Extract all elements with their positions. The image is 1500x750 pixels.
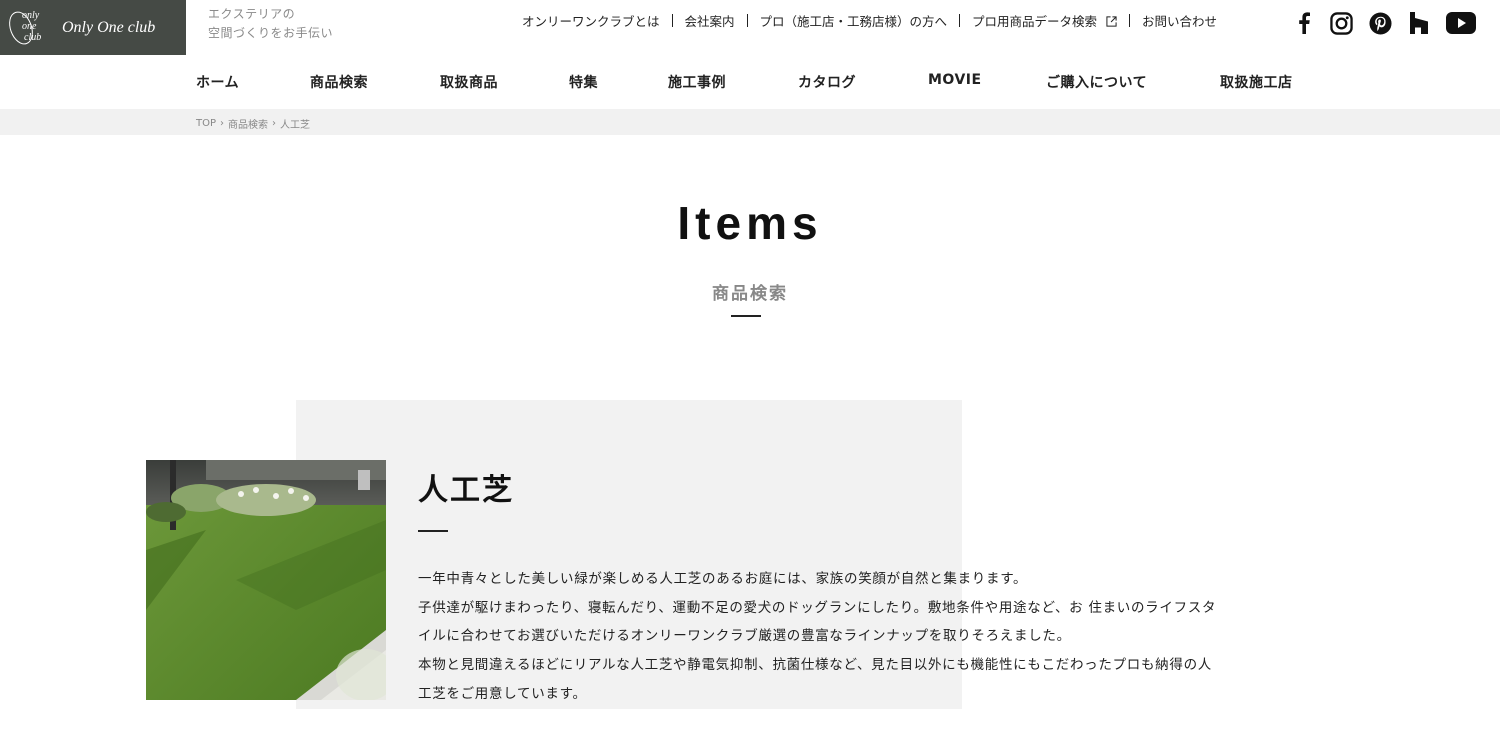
logo-mark-word: only	[22, 9, 40, 21]
nav-item-features[interactable]: 特集	[569, 72, 598, 92]
category-photo	[146, 460, 386, 700]
breadcrumb-item-top[interactable]: TOP	[196, 118, 216, 129]
description-line: 子供達が駆けまわったり、寝転んだり、運動不足の愛犬のドッグランにしたり。敷地条件…	[418, 599, 1217, 616]
category-title: 人工芝	[418, 473, 514, 508]
social-links	[1293, 10, 1477, 36]
logo-mark-word: one	[22, 20, 37, 32]
nav-item-product-search[interactable]: 商品検索	[310, 72, 368, 92]
nav-item-purchase[interactable]: ご購入について	[1046, 72, 1147, 92]
breadcrumb-item-product-search[interactable]: 商品検索	[228, 116, 268, 131]
breadcrumb-item-current: 人工芝	[280, 120, 311, 131]
nav-item-movie[interactable]: MOVIE	[928, 72, 982, 88]
logo-mark: only one club	[4, 7, 58, 49]
logo[interactable]: only one club Only One club	[0, 0, 186, 55]
divider	[959, 14, 961, 27]
chevron-right-icon: ›	[272, 118, 277, 129]
divider	[746, 14, 748, 27]
houzz-icon[interactable]	[1406, 10, 1432, 36]
description-line: 一年中青々とした美しい緑が楽しめる人工芝のあるお庭には、家族の笑顔が自然と集まり…	[418, 571, 1028, 587]
util-link-contact[interactable]: お問い合わせ	[1142, 11, 1217, 30]
breadcrumb: TOP › 商品検索 › 人工芝	[196, 116, 310, 131]
nav-item-cases[interactable]: 施工事例	[668, 72, 726, 92]
page-subtitle: 商品検索	[712, 284, 788, 304]
category-divider	[418, 530, 448, 532]
main-nav: ホーム 商品検索 取扱商品 特集 施工事例 カタログ MOVIE ご購入について…	[0, 72, 1500, 92]
instagram-icon[interactable]	[1328, 10, 1354, 36]
youtube-icon[interactable]	[1445, 10, 1477, 36]
facebook-icon[interactable]	[1293, 10, 1315, 36]
chevron-right-icon: ›	[220, 118, 225, 129]
tagline-line: 空間づくりをお手伝い	[208, 26, 334, 40]
tagline: エクステリアの 空間づくりをお手伝い	[208, 5, 333, 43]
title-divider	[731, 315, 761, 317]
util-link-pro-data-search[interactable]: プロ用商品データ検索	[972, 11, 1117, 30]
util-link-about[interactable]: オンリーワンクラブとは	[522, 11, 660, 30]
page-title: Items	[677, 197, 823, 249]
nav-item-products[interactable]: 取扱商品	[440, 72, 498, 92]
util-link-pro[interactable]: プロ（施工店・工務店様）の方へ	[760, 11, 948, 30]
logo-text: Only One club	[62, 18, 156, 36]
logo-mark-word: club	[24, 31, 42, 43]
divider	[671, 14, 673, 27]
pinterest-icon[interactable]	[1367, 10, 1393, 36]
divider	[1129, 14, 1131, 27]
category-description: 一年中青々とした美しい緑が楽しめる人工芝のあるお庭には、家族の笑顔が自然と集まり…	[418, 565, 1298, 709]
description-line: 工芝をご用意しています。	[418, 685, 587, 702]
nav-item-catalog[interactable]: カタログ	[798, 72, 856, 92]
nav-item-home[interactable]: ホーム	[196, 72, 239, 92]
utility-nav: オンリーワンクラブとは 会社案内 プロ（施工店・工務店様）の方へ プロ用商品デー…	[522, 11, 1217, 30]
external-link-icon	[1106, 16, 1117, 27]
description-line: イルに合わせてお選びいただけるオンリーワンクラブ厳選の豊富なラインナップを取りそ…	[418, 628, 1071, 645]
util-link-label: プロ用商品データ検索	[972, 14, 1098, 29]
description-line: 本物と見間違えるほどにリアルな人工芝や静電気抑制、抗菌仕様など、見た目以外にも機…	[418, 657, 1212, 674]
tagline-line: エクステリアの	[208, 7, 296, 21]
breadcrumb-bar: TOP › 商品検索 › 人工芝	[0, 109, 1500, 135]
nav-item-dealers[interactable]: 取扱施工店	[1220, 72, 1293, 92]
util-link-company[interactable]: 会社案内	[685, 11, 735, 30]
